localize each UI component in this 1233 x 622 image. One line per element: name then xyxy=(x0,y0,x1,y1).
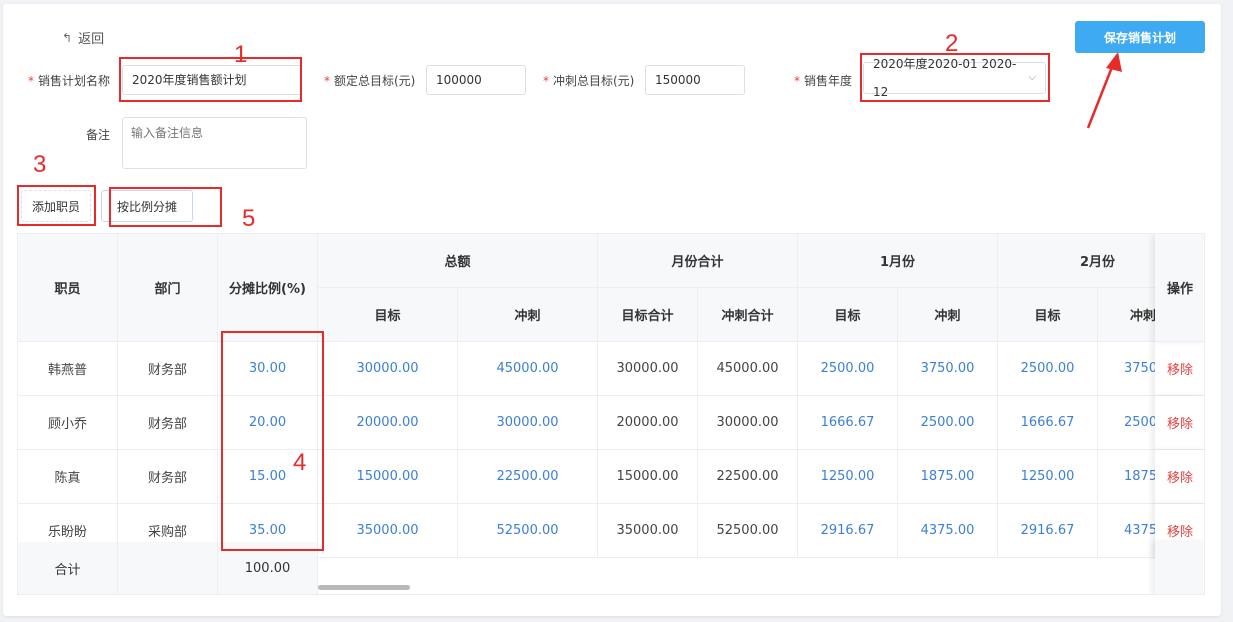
cell-name: 韩燕普 xyxy=(18,342,118,396)
header-jan: 1月份 xyxy=(798,234,998,288)
back-arrow-icon: ↰ xyxy=(62,30,73,45)
cell-dept: 财务部 xyxy=(118,450,218,504)
cell-target-sum: 15000.00 xyxy=(598,450,698,504)
header-ratio: 分摊比例(%) xyxy=(218,234,318,342)
ratio-split-button[interactable]: 按比例分摊 xyxy=(101,190,193,222)
cell-name: 顾小乔 xyxy=(18,396,118,450)
remove-button[interactable]: 移除 xyxy=(1155,342,1204,396)
header-jan-sprint: 冲刺 xyxy=(898,288,998,342)
footer-ops-empty xyxy=(1155,542,1204,594)
cell-target[interactable]: 15000.00 xyxy=(318,450,458,504)
cell-name: 陈真 xyxy=(18,450,118,504)
cell-target[interactable]: 20000.00 xyxy=(318,396,458,450)
header-target: 目标 xyxy=(318,288,458,342)
annotation-number-1: 1 xyxy=(234,41,248,68)
cell-target[interactable]: 30000.00 xyxy=(318,342,458,396)
cell-sprint-sum: 45000.00 xyxy=(698,342,798,396)
annotation-arrow-icon xyxy=(1086,52,1122,129)
cell-ratio[interactable]: 20.00 xyxy=(218,396,318,450)
header-month-sum: 月份合计 xyxy=(598,234,798,288)
horizontal-scrollbar[interactable] xyxy=(318,585,410,590)
cell-dept: 财务部 xyxy=(118,342,218,396)
remove-button[interactable]: 移除 xyxy=(1155,396,1204,450)
cell-sprint-sum: 52500.00 xyxy=(698,504,798,558)
note-textarea[interactable] xyxy=(122,117,307,169)
cell-sprint-sum: 22500.00 xyxy=(698,450,798,504)
cell-ratio[interactable]: 30.00 xyxy=(218,342,318,396)
cell-target-sum: 35000.00 xyxy=(598,504,698,558)
header-dept: 部门 xyxy=(118,234,218,342)
cell-sprint-sum: 30000.00 xyxy=(698,396,798,450)
plan-name-input[interactable]: 2020年度销售额计划 xyxy=(122,65,302,95)
cell-jan-sprint[interactable]: 3750.00 xyxy=(898,342,998,396)
cell-feb-target[interactable]: 1250.00 xyxy=(998,450,1098,504)
cell-jan-sprint[interactable]: 4375.00 xyxy=(898,504,998,558)
quota-label: * 额定总目标(元) xyxy=(324,74,416,88)
year-select-value: 2020年度2020-01 2020-12 xyxy=(873,57,1017,99)
allocation-table: 职员 部门 分摊比例(%) 总额 月份合计 1月份 2月份 目标 冲刺 目标合计… xyxy=(17,233,1205,595)
header-jan-target: 目标 xyxy=(798,288,898,342)
cell-feb-target[interactable]: 2916.67 xyxy=(998,504,1098,558)
cell-jan-target[interactable]: 2500.00 xyxy=(798,342,898,396)
back-link[interactable]: ↰ 返回 xyxy=(62,28,105,48)
header-sprint-sum: 冲刺合计 xyxy=(698,288,798,342)
year-select[interactable]: 2020年度2020-01 2020-12 ⌵ xyxy=(863,57,1046,99)
add-employee-button[interactable]: 添加职员 xyxy=(21,190,91,222)
header-employee: 职员 xyxy=(18,234,118,342)
remove-button[interactable]: 移除 xyxy=(1155,450,1204,504)
annotation-number-4: 4 xyxy=(293,449,307,476)
annotation-number-2: 2 xyxy=(945,30,959,57)
annotation-number-3: 3 xyxy=(33,151,47,178)
cell-feb-target[interactable]: 2500.00 xyxy=(998,342,1098,396)
note-label: 备注 xyxy=(86,128,111,142)
quota-input[interactable]: 100000 xyxy=(426,65,526,95)
annotation-number-5: 5 xyxy=(242,205,256,232)
cell-sprint[interactable]: 45000.00 xyxy=(458,342,598,396)
cell-jan-target[interactable]: 1250.00 xyxy=(798,450,898,504)
cell-sprint[interactable]: 22500.00 xyxy=(458,450,598,504)
header-feb-target: 目标 xyxy=(998,288,1098,342)
sprint-input[interactable]: 150000 xyxy=(645,65,745,95)
cell-target[interactable]: 35000.00 xyxy=(318,504,458,558)
cell-jan-sprint[interactable]: 2500.00 xyxy=(898,396,998,450)
sprint-label: * 冲刺总目标(元) xyxy=(543,74,635,88)
footer-label: 合计 xyxy=(18,542,118,594)
cell-jan-target[interactable]: 1666.67 xyxy=(798,396,898,450)
footer-ratio-total: 100.00 xyxy=(218,542,318,594)
cell-jan-target[interactable]: 2916.67 xyxy=(798,504,898,558)
back-label: 返回 xyxy=(78,32,105,47)
cell-dept: 财务部 xyxy=(118,396,218,450)
year-label: * 销售年度 xyxy=(794,74,853,88)
cell-feb-target[interactable]: 1666.67 xyxy=(998,396,1098,450)
footer-empty xyxy=(118,542,218,594)
chevron-down-icon: ⌵ xyxy=(1028,72,1036,83)
header-target-sum: 目标合计 xyxy=(598,288,698,342)
header-total: 总额 xyxy=(318,234,598,288)
plan-name-label: * 销售计划名称 xyxy=(28,74,111,88)
save-plan-button[interactable]: 保存销售计划 xyxy=(1075,21,1205,53)
cell-jan-sprint[interactable]: 1875.00 xyxy=(898,450,998,504)
header-sprint: 冲刺 xyxy=(458,288,598,342)
cell-target-sum: 20000.00 xyxy=(598,396,698,450)
header-ops: 操作 xyxy=(1155,234,1204,342)
cell-target-sum: 30000.00 xyxy=(598,342,698,396)
cell-sprint[interactable]: 30000.00 xyxy=(458,396,598,450)
cell-sprint[interactable]: 52500.00 xyxy=(458,504,598,558)
